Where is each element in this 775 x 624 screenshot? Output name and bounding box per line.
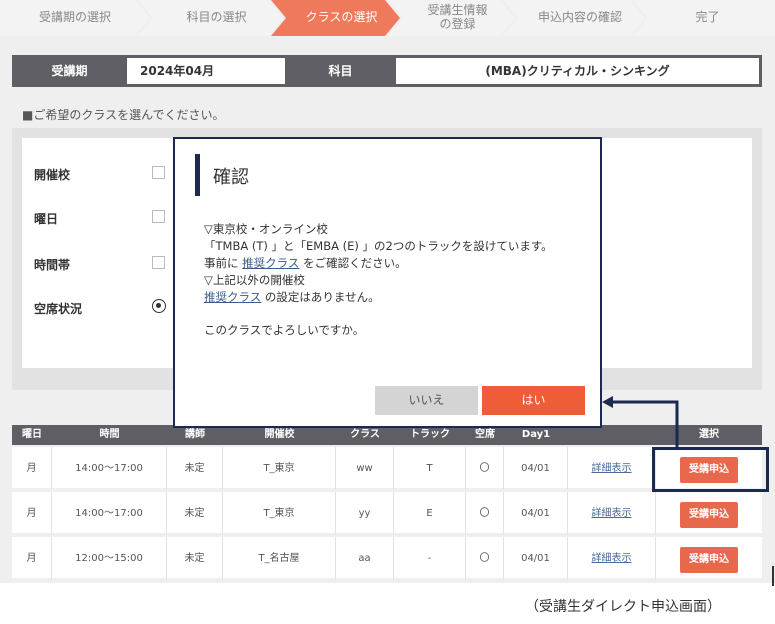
th-time: 時間 [99, 429, 120, 440]
cell-time: 12:00～15:00 [52, 537, 167, 580]
selection-info-bar: 受講期 2024年04月 科目 (MBA)クリティカル・シンキング [12, 55, 762, 87]
cell-vacancy: 〇 [466, 447, 504, 490]
dialog-line-5-post: の設定はありません。 [261, 290, 380, 304]
cell-vacancy: 〇 [466, 492, 504, 535]
subject-label: 科目 [328, 64, 353, 78]
dialog-line-3-pre: 事前に [204, 256, 243, 270]
edge-mark [772, 566, 774, 586]
filter-school-label: 開催校 [34, 168, 71, 182]
th-vacancy: 空席 [475, 429, 495, 440]
dialog-line-3-post: をご確認ください。 [299, 256, 407, 270]
dialog-question: このクラスでよろしいですか。 [204, 323, 365, 337]
period-value: 2024年04月 [127, 58, 285, 84]
step-indicator: 受講期の選択 科目の選択 クラスの選択 受講生情報 の登録 申込内容の確認 完了 [0, 0, 775, 36]
cell-track: E [394, 492, 466, 535]
detail-link[interactable]: 詳細表示 [568, 492, 656, 535]
filter-time-label: 時間帯 [34, 258, 71, 272]
confirm-dialog: 確認 ▽東京校・オンライン校 「TMBA (T) 」と「EMBA (E) 」の2… [173, 137, 602, 428]
dialog-line-4: ▽上記以外の開催校 [204, 273, 305, 287]
apply-button[interactable]: 受講申込 [680, 547, 738, 573]
th-teacher: 講師 [185, 429, 205, 440]
th-select: 選択 [699, 429, 719, 440]
period-label: 受講期 [51, 64, 88, 78]
cell-day: 月 [12, 447, 52, 490]
step-register-line2: の登録 [439, 17, 476, 31]
recommended-class-link-2[interactable]: 推奨クラス [204, 290, 261, 304]
dialog-line-2: 「TMBA (T) 」と「EMBA (E) 」の2つのトラックを設けています。 [204, 239, 553, 253]
dialog-line-3: 事前に 推奨クラス をご確認ください。 [204, 255, 553, 272]
step-select-period: 受講期の選択 [38, 10, 111, 25]
filter-time-checkbox[interactable] [152, 256, 165, 269]
cell-track: T [394, 447, 466, 490]
cell-vacancy: 〇 [466, 537, 504, 580]
cell-class: aa [336, 537, 394, 580]
subject-value: (MBA)クリティカル・シンキング [396, 58, 759, 84]
table-row: 月 14:00～17:00 未定 T_東京 yy E 〇 04/01 詳細表示 … [12, 492, 762, 535]
cell-class: yy [336, 492, 394, 535]
dialog-spacer [204, 306, 553, 322]
apply-button[interactable]: 受講申込 [680, 502, 738, 528]
cell-teacher: 未定 [167, 537, 223, 580]
step-confirm: 申込内容の確認 [537, 10, 622, 25]
apply-button-highlight [652, 447, 769, 492]
cell-school: T_名古屋 [223, 537, 336, 580]
cell-school: T_東京 [223, 492, 336, 535]
th-day: 曜日 [22, 429, 42, 440]
step-register-student: 受講生情報 の登録 [400, 0, 515, 36]
cell-track: - [394, 537, 466, 580]
cell-day1: 04/01 [504, 537, 568, 580]
no-button[interactable]: いいえ [375, 386, 478, 415]
application-page: 受講期の選択 科目の選択 クラスの選択 受講生情報 の登録 申込内容の確認 完了… [0, 0, 775, 583]
cell-day: 月 [12, 537, 52, 580]
table-row: 月 12:00～15:00 未定 T_名古屋 aa - 〇 04/01 詳細表示… [12, 537, 762, 580]
detail-link[interactable]: 詳細表示 [568, 447, 656, 490]
filter-vacancy-radio[interactable] [152, 299, 166, 313]
filter-vacancy-label: 空席状況 [34, 302, 83, 316]
screen-caption: （受講生ダイレクト申込画面） [525, 599, 721, 615]
recommended-class-link[interactable]: 推奨クラス [242, 256, 299, 270]
dialog-line-1: ▽東京校・オンライン校 [204, 222, 328, 236]
cell-class: ww [336, 447, 394, 490]
dialog-body: ▽東京校・オンライン校 「TMBA (T) 」と「EMBA (E) 」の2つのト… [204, 221, 553, 339]
th-track: トラック [410, 429, 450, 440]
table-row: 月 14:00～17:00 未定 T_東京 ww T 〇 04/01 詳細表示 … [12, 447, 762, 490]
step-complete: 完了 [695, 10, 720, 25]
cell-day: 月 [12, 492, 52, 535]
cell-day1: 04/01 [504, 492, 568, 535]
th-day1: Day1 [521, 429, 551, 440]
dialog-line-5: 推奨クラス の設定はありません。 [204, 289, 553, 306]
dialog-title-accent [195, 154, 200, 196]
table-header: 曜日 時間 講師 開催校 クラス トラック 空席 Day1 選択 [12, 425, 762, 445]
cell-day1: 04/01 [504, 447, 568, 490]
filter-day-label: 曜日 [34, 212, 59, 226]
dialog-title: 確認 [213, 167, 249, 188]
th-school: 開催校 [264, 429, 295, 440]
th-class: クラス [350, 429, 380, 440]
cell-time: 14:00～17:00 [52, 492, 167, 535]
yes-button[interactable]: はい [482, 386, 585, 415]
cell-teacher: 未定 [167, 492, 223, 535]
instruction-text: ■ご希望のクラスを選んでください。 [22, 108, 225, 122]
detail-link[interactable]: 詳細表示 [568, 537, 656, 580]
step-select-class: クラスの選択 [305, 10, 378, 25]
step-register-line1: 受講生情報 [427, 3, 488, 18]
step-select-subject: 科目の選択 [186, 10, 247, 25]
cell-time: 14:00～17:00 [52, 447, 167, 490]
arrow-head-icon [602, 396, 613, 408]
cell-school: T_東京 [223, 447, 336, 490]
cell-teacher: 未定 [167, 447, 223, 490]
filter-school-checkbox[interactable] [152, 166, 165, 179]
filter-day-checkbox[interactable] [152, 210, 165, 223]
